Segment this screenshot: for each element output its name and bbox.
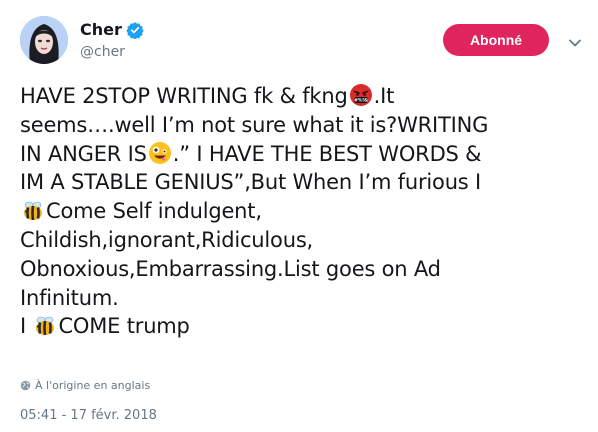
following-button[interactable]: Abonné bbox=[443, 24, 549, 56]
tweet-line-2: seems….well I’m not sure what it is?WRIT… bbox=[20, 112, 489, 137]
globe-icon bbox=[20, 380, 31, 391]
avatar[interactable] bbox=[20, 16, 68, 64]
tweet-line-4: IM A STABLE GENIUS”,But When I’m furious… bbox=[20, 170, 482, 195]
tweet-line-8: Infinitum. bbox=[20, 285, 119, 310]
display-name[interactable]: Cher bbox=[80, 20, 122, 39]
user-handle[interactable]: @cher bbox=[80, 44, 125, 60]
chevron-down-icon[interactable] bbox=[568, 34, 582, 47]
user-name-row[interactable]: Cher bbox=[80, 20, 144, 40]
honeybee-emoji bbox=[33, 313, 57, 337]
honeybee-emoji bbox=[21, 198, 45, 222]
translation-note[interactable]: À l'origine en anglais bbox=[20, 379, 150, 392]
tweet-line-6: Childish,ignorant,Ridiculous, bbox=[20, 227, 314, 252]
verified-badge-icon bbox=[126, 21, 144, 40]
tweet-text: HAVE 2STOP WRITING fk & fkng #%!& .It seem… bbox=[20, 82, 585, 341]
tweet-line-9: I COME trump bbox=[20, 313, 190, 339]
tweet-line-5: Come Self indulgent, bbox=[20, 197, 585, 226]
zany-face-emoji bbox=[148, 141, 172, 165]
tweet-line-1: HAVE 2STOP WRITING fk & fkng #%!& .It bbox=[20, 83, 395, 108]
face-with-symbols-on-mouth-emoji: #%!& bbox=[349, 83, 373, 107]
translation-label[interactable]: À l'origine en anglais bbox=[35, 379, 150, 392]
profile-avatar-image bbox=[20, 16, 68, 64]
tweet-line-7: Obnoxious,Embarrassing.List goes on Ad bbox=[20, 256, 441, 281]
tweet-line-3: IN ANGER IS.” I HAVE THE BEST WORDS & bbox=[20, 141, 482, 166]
tweet-timestamp[interactable]: 05:41 - 17 févr. 2018 bbox=[20, 408, 157, 423]
svg-text:#%!&: #%!& bbox=[354, 98, 368, 104]
